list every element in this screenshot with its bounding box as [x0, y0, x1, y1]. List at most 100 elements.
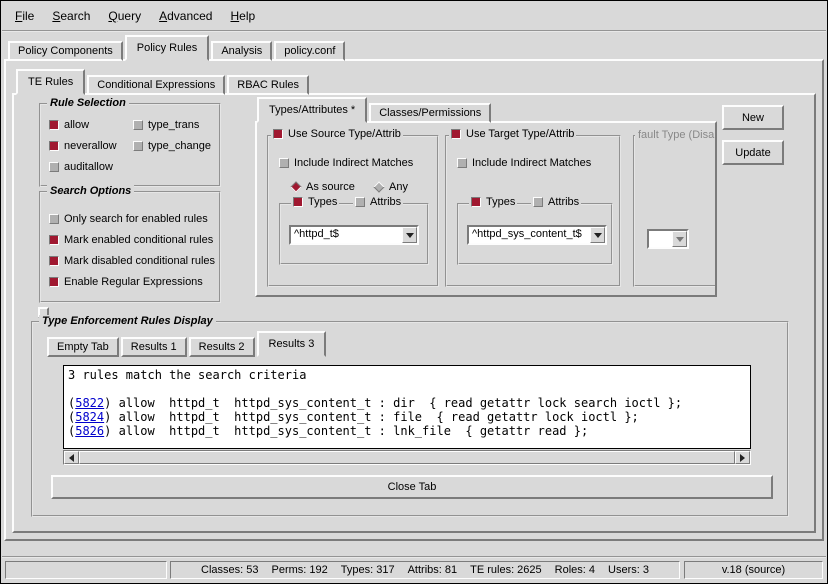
target-type-combo-value[interactable]: ^httpd_sys_content_t$: [469, 227, 590, 243]
checkbox-label: Attribs: [370, 196, 401, 208]
blank-line: [68, 382, 746, 396]
stat-users: Users: 3: [608, 564, 649, 576]
checkbox-indicator: [49, 256, 59, 266]
result-rule-line: (5824) allow httpd_t httpd_sys_content_t…: [68, 410, 746, 424]
menu-help[interactable]: Help: [221, 6, 264, 26]
radio-as-source[interactable]: As source: [291, 181, 355, 193]
checkbox-target-types[interactable]: Types: [469, 196, 517, 208]
tab-results-1[interactable]: Results 1: [121, 337, 187, 357]
menu-file[interactable]: File: [6, 6, 43, 26]
checkbox-label: Only search for enabled rules: [64, 213, 208, 225]
checkbox-label: Include Indirect Matches: [294, 157, 413, 169]
checkbox-indicator: [355, 197, 365, 207]
checkbox-mark-disabled-conditional[interactable]: Mark disabled conditional rules: [49, 255, 215, 267]
checkbox-neverallow[interactable]: neverallow: [49, 140, 117, 152]
checkbox-enable-regex[interactable]: Enable Regular Expressions: [49, 276, 203, 288]
tab-policy-rules[interactable]: Policy Rules: [125, 35, 210, 61]
arrow-left-icon: [69, 454, 74, 462]
menu-advanced[interactable]: Advanced: [150, 6, 221, 26]
update-button[interactable]: Update: [722, 140, 784, 165]
checkbox-type-change[interactable]: type_change: [133, 140, 211, 152]
stat-perms: Perms: 192: [272, 564, 328, 576]
tab-conditional-expressions[interactable]: Conditional Expressions: [87, 75, 225, 95]
arrow-down-icon: [594, 233, 602, 238]
stat-roles: Roles: 4: [555, 564, 595, 576]
horizontal-scrollbar: [63, 450, 751, 465]
scrollbar-thumb[interactable]: [79, 451, 735, 464]
checkbox-indicator: [533, 197, 543, 207]
rule-selection-group: Rule Selection allow neverallow auditall…: [39, 103, 221, 187]
search-options-title: Search Options: [47, 185, 134, 197]
checkbox-use-target-type[interactable]: Use Target Type/Attrib: [449, 128, 576, 140]
status-box-stats: Classes: 53 Perms: 192 Types: 317 Attrib…: [170, 561, 680, 579]
rule-id-link[interactable]: 5826: [75, 424, 104, 438]
status-box-left: [5, 561, 167, 579]
tab-results-2[interactable]: Results 2: [189, 337, 255, 357]
checkbox-indicator: [471, 197, 481, 207]
results-header: 3 rules match the search criteria: [68, 368, 746, 382]
checkbox-allow[interactable]: allow: [49, 119, 89, 131]
checkbox-label: Types: [486, 196, 515, 208]
checkbox-target-indirect[interactable]: Include Indirect Matches: [457, 157, 591, 169]
checkbox-indicator: [457, 158, 467, 168]
checkbox-label: auditallow: [64, 161, 113, 173]
checkbox-use-source-type[interactable]: Use Source Type/Attrib: [271, 128, 403, 140]
rule-id-link[interactable]: 5822: [75, 396, 104, 410]
tab-classes-permissions[interactable]: Classes/Permissions: [369, 103, 491, 123]
source-combo-arrow-button[interactable]: [402, 227, 417, 243]
result-rule-line: (5822) allow httpd_t httpd_sys_content_t…: [68, 396, 746, 410]
menu-search[interactable]: Search: [43, 6, 99, 26]
checkbox-source-types[interactable]: Types: [291, 196, 339, 208]
checkbox-label: Attribs: [548, 196, 579, 208]
checkbox-label: Mark disabled conditional rules: [64, 255, 215, 267]
tab-types-attributes[interactable]: Types/Attributes *: [257, 97, 367, 123]
tab-empty-tab[interactable]: Empty Tab: [47, 337, 119, 357]
tab-policy-components[interactable]: Policy Components: [8, 41, 123, 61]
rule-id-link[interactable]: 5824: [75, 410, 104, 424]
scroll-left-button[interactable]: [64, 451, 79, 464]
new-button[interactable]: New: [722, 105, 784, 130]
status-box-version: v.18 (source): [684, 561, 823, 579]
menu-query[interactable]: Query: [99, 6, 150, 26]
checkbox-label: Include Indirect Matches: [472, 157, 591, 169]
scrollbar-trough[interactable]: [79, 451, 735, 464]
checkbox-mark-enabled-conditional[interactable]: Mark enabled conditional rules: [49, 234, 213, 246]
tab-results-3[interactable]: Results 3: [257, 331, 327, 357]
main-tabs: Policy Components Policy Rules Analysis …: [8, 37, 347, 61]
status-bar: Classes: 53 Perms: 192 Types: 317 Attrib…: [2, 556, 826, 582]
checkbox-auditallow[interactable]: auditallow: [49, 161, 113, 173]
tab-analysis[interactable]: Analysis: [211, 41, 272, 61]
rule-text: ) allow httpd_t httpd_sys_content_t : fi…: [104, 410, 639, 424]
checkbox-indicator: [49, 120, 59, 130]
search-options-group: Search Options Only search for enabled r…: [39, 191, 221, 303]
target-combo-arrow-button[interactable]: [590, 227, 605, 243]
checkbox-indicator: [49, 235, 59, 245]
source-type-combo: ^httpd_t$: [289, 225, 419, 245]
checkbox-type-trans[interactable]: type_trans: [133, 119, 199, 131]
rule-text: ) allow httpd_t httpd_sys_content_t : ln…: [104, 424, 588, 438]
checkbox-target-attribs[interactable]: Attribs: [531, 196, 581, 208]
checkbox-source-indirect[interactable]: Include Indirect Matches: [279, 157, 413, 169]
source-type-combo-value[interactable]: ^httpd_t$: [291, 227, 402, 243]
radio-label: Any: [389, 181, 408, 193]
scroll-right-button[interactable]: [735, 451, 750, 464]
types-attributes-page: Use Source Type/Attrib Include Indirect …: [255, 121, 717, 297]
results-title: Type Enforcement Rules Display: [39, 315, 216, 327]
checkbox-only-enabled-rules[interactable]: Only search for enabled rules: [49, 213, 208, 225]
types-attributes-tabs: Types/Attributes * Classes/Permissions: [257, 101, 493, 123]
checkbox-source-attribs[interactable]: Attribs: [353, 196, 403, 208]
checkbox-indicator: [133, 141, 143, 151]
tab-te-rules[interactable]: TE Rules: [16, 69, 85, 95]
default-type-title: fault Type (Disa: [635, 129, 717, 141]
te-rules-page: Rule Selection allow neverallow auditall…: [12, 93, 816, 533]
target-type-combo: ^httpd_sys_content_t$: [467, 225, 607, 245]
rule-type-tabs: TE Rules Conditional Expressions RBAC Ru…: [16, 73, 311, 95]
checkbox-label: Mark enabled conditional rules: [64, 234, 213, 246]
results-text-area[interactable]: 3 rules match the search criteria (5822)…: [63, 365, 751, 449]
checkbox-label: Use Source Type/Attrib: [288, 128, 401, 140]
tab-policy-conf[interactable]: policy.conf: [274, 41, 345, 61]
radio-any[interactable]: Any: [374, 181, 408, 193]
tab-rbac-rules[interactable]: RBAC Rules: [227, 75, 309, 95]
rule-selection-title: Rule Selection: [47, 97, 129, 109]
close-tab-button[interactable]: Close Tab: [51, 475, 773, 499]
